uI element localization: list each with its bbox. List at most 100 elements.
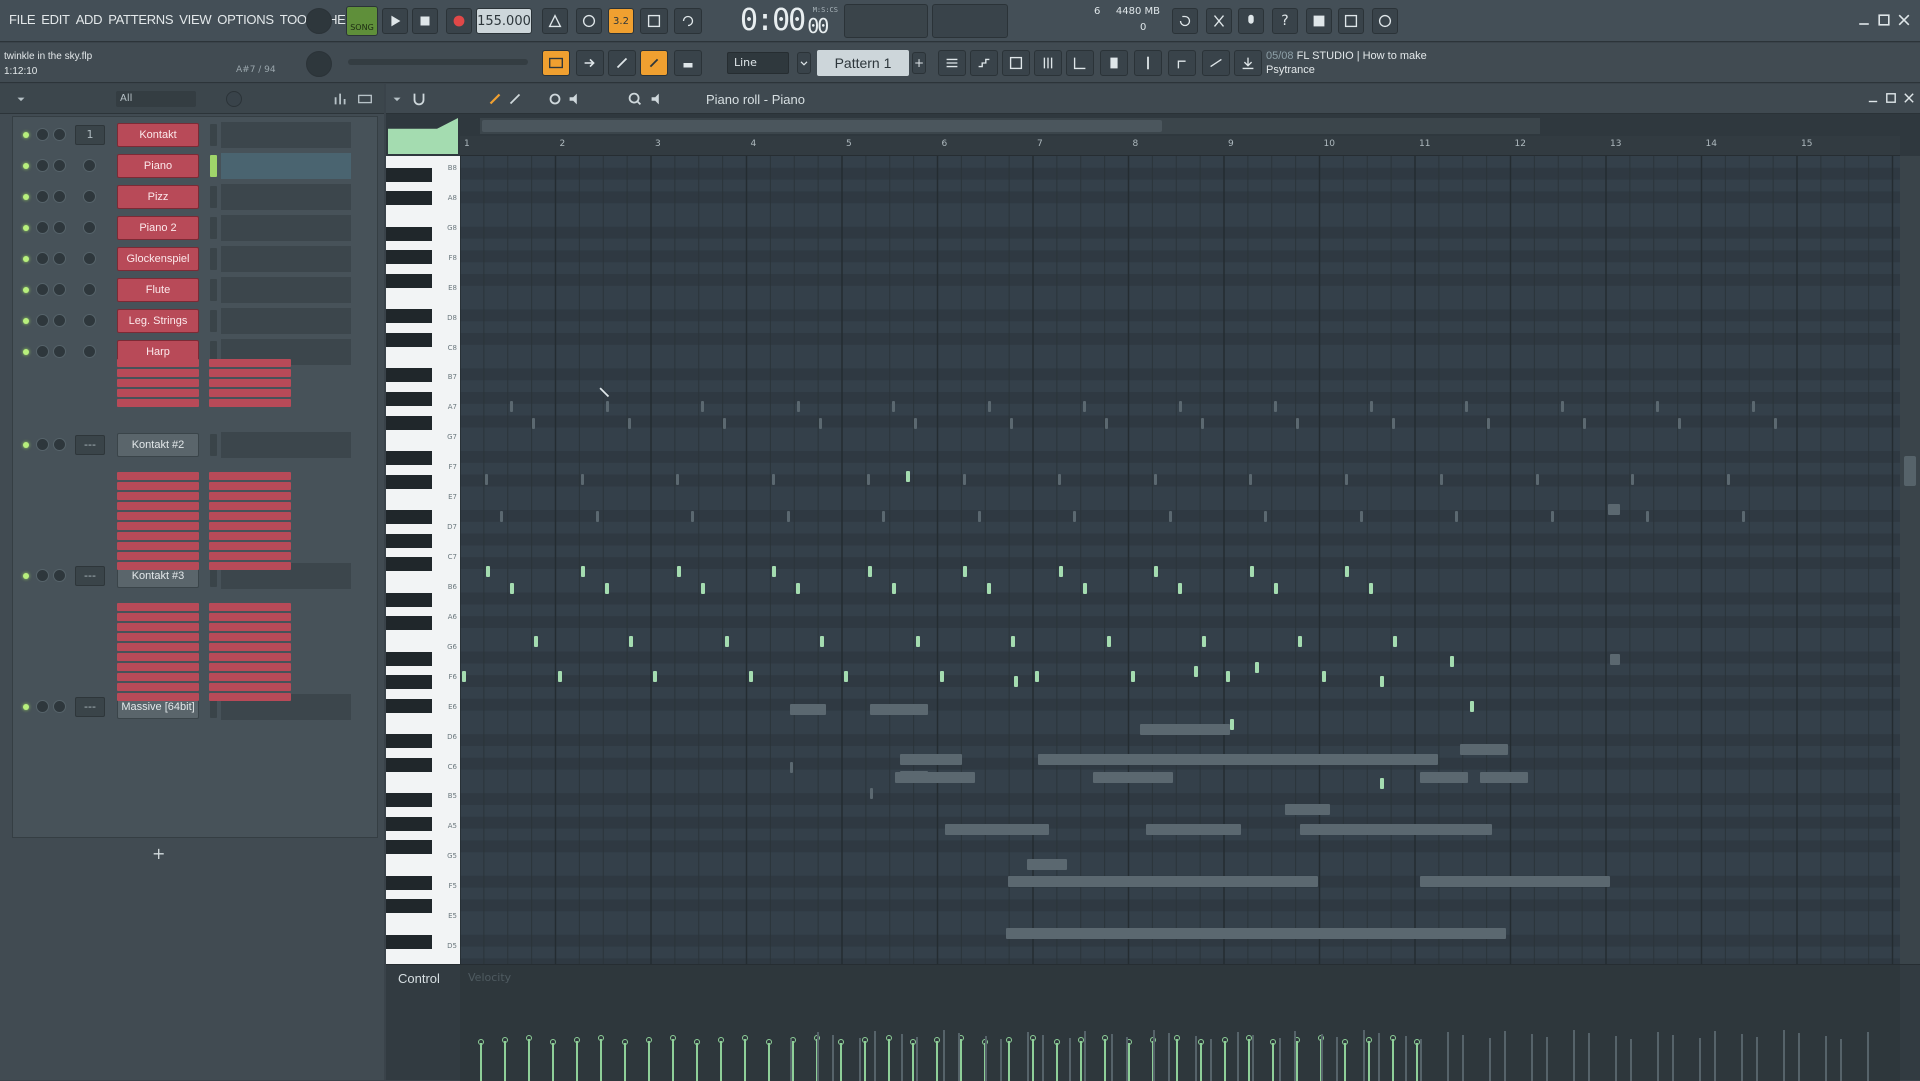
- channel-name-button[interactable]: Leg. Strings: [117, 309, 199, 333]
- vertical-scrollbar-thumb[interactable]: [1904, 456, 1916, 486]
- velocity-handle[interactable]: [502, 1037, 508, 1043]
- channel-rack-button[interactable]: [1002, 50, 1030, 76]
- record-button[interactable]: [446, 8, 472, 34]
- note[interactable]: [891, 583, 896, 594]
- velocity-bar[interactable]: [1272, 1043, 1274, 1081]
- velocity-bar[interactable]: [1248, 1039, 1250, 1081]
- control-selector[interactable]: Control: [398, 971, 440, 986]
- velocity-handle[interactable]: [1198, 1039, 1204, 1045]
- black-key[interactable]: [386, 510, 432, 524]
- velocity-bar[interactable]: [744, 1039, 746, 1081]
- black-key[interactable]: [386, 474, 432, 489]
- channel-pan-knob[interactable]: [53, 314, 66, 327]
- velocity-bar[interactable]: [1224, 1041, 1226, 1081]
- menu-options[interactable]: OPTIONS: [214, 12, 276, 27]
- project-info-button[interactable]: [1202, 50, 1230, 76]
- channel-pan-knob[interactable]: [53, 700, 66, 713]
- velocity-bar[interactable]: [1368, 1041, 1370, 1081]
- velocity-bar[interactable]: [1416, 1043, 1418, 1081]
- velocity-bar[interactable]: [696, 1043, 698, 1081]
- note[interactable]: [1058, 566, 1063, 577]
- channel-volume-knob[interactable]: [36, 252, 49, 265]
- velocity-bar[interactable]: [1200, 1043, 1202, 1081]
- velocity-handle[interactable]: [934, 1037, 940, 1043]
- metronome-button[interactable]: [542, 8, 568, 34]
- velocity-handle[interactable]: [478, 1039, 484, 1045]
- channel-pan-knob[interactable]: [53, 190, 66, 203]
- note[interactable]: [1154, 566, 1159, 577]
- channel-select-bar[interactable]: [210, 279, 217, 301]
- black-key[interactable]: [386, 415, 432, 430]
- velocity-handle[interactable]: [526, 1035, 532, 1041]
- channel-name-button[interactable]: Flute: [117, 278, 199, 302]
- velocity-handle[interactable]: [1006, 1037, 1012, 1043]
- channel-preview[interactable]: [221, 215, 351, 241]
- channel-select-bar[interactable]: [210, 217, 217, 239]
- song-time-display[interactable]: 0:00 00 M:S:CS: [740, 3, 840, 38]
- piano-keyboard[interactable]: B8 A8 G8 F8 E8 D8 C8 B7 A7 G7 F7 E7 D7 C7 B6 A6 G6 F6 E6 D6…: [386, 156, 460, 964]
- channel-active-led[interactable]: [23, 163, 29, 169]
- velocity-handle[interactable]: [1366, 1037, 1372, 1043]
- window-close-button[interactable]: [1902, 91, 1916, 105]
- velocity-bar[interactable]: [888, 1039, 890, 1081]
- velocity-bar[interactable]: [912, 1043, 914, 1081]
- channel-mixer-knob[interactable]: [83, 159, 96, 172]
- velocity-handle[interactable]: [1270, 1039, 1276, 1045]
- black-key[interactable]: [386, 875, 432, 890]
- black-key[interactable]: [386, 191, 432, 206]
- velocity-bar[interactable]: [1056, 1043, 1058, 1081]
- note[interactable]: [1035, 671, 1039, 682]
- note[interactable]: [533, 636, 538, 647]
- plugin-picker-button[interactable]: [1100, 50, 1128, 76]
- channel-volume-knob[interactable]: [36, 345, 49, 358]
- piano-roll-title[interactable]: Piano roll - Piano: [706, 92, 805, 107]
- channel-name-button[interactable]: Piano 2: [117, 216, 199, 240]
- channel-preview[interactable]: [221, 432, 351, 458]
- velocity-handle[interactable]: [670, 1035, 676, 1041]
- note[interactable]: [987, 583, 992, 594]
- chat-button[interactable]: [1372, 8, 1398, 34]
- velocity-bar[interactable]: [1296, 1041, 1298, 1081]
- note[interactable]: [844, 671, 848, 682]
- undo-button[interactable]: [1172, 8, 1198, 34]
- note[interactable]: [605, 583, 610, 594]
- add-channel-button[interactable]: +: [152, 844, 165, 863]
- channel-mixer-knob[interactable]: [83, 283, 96, 296]
- note[interactable]: [1130, 671, 1135, 682]
- black-key[interactable]: [386, 592, 432, 607]
- channel-volume-knob[interactable]: [36, 314, 49, 327]
- velocity-handle[interactable]: [1054, 1039, 1060, 1045]
- channel-active-led[interactable]: [23, 442, 29, 448]
- note[interactable]: [963, 566, 968, 577]
- channel-active-led[interactable]: [23, 287, 29, 293]
- piano-roll-button[interactable]: [542, 50, 570, 76]
- black-key[interactable]: [386, 734, 432, 749]
- mixer-button[interactable]: [1034, 50, 1062, 76]
- channel-select-bar[interactable]: [210, 310, 217, 332]
- piano-roll-menu-button[interactable]: [390, 92, 404, 106]
- countdown-button[interactable]: 3.2: [608, 8, 634, 34]
- note[interactable]: [796, 583, 801, 594]
- channel-active-led[interactable]: [23, 349, 29, 355]
- channel-active-led[interactable]: [23, 225, 29, 231]
- draw-tool-button[interactable]: [486, 89, 504, 109]
- velocity-bar[interactable]: [768, 1043, 770, 1081]
- velocity-bar[interactable]: [864, 1041, 866, 1081]
- channel-filter-selector[interactable]: All: [116, 91, 196, 107]
- note[interactable]: [1345, 566, 1350, 577]
- cut-button[interactable]: [1206, 8, 1232, 34]
- play-button[interactable]: [382, 8, 408, 34]
- paint-tool-button[interactable]: [506, 89, 524, 109]
- black-key[interactable]: [386, 368, 432, 383]
- channel-preview[interactable]: [221, 246, 351, 272]
- velocity-handle[interactable]: [694, 1039, 700, 1045]
- browser-button[interactable]: [1066, 50, 1094, 76]
- channel-pan-knob[interactable]: [53, 438, 66, 451]
- velocity-bar[interactable]: [792, 1041, 794, 1081]
- velocity-handle[interactable]: [598, 1035, 604, 1041]
- note[interactable]: [1014, 676, 1018, 687]
- channel-row[interactable]: Glockenspiel: [13, 246, 379, 272]
- tempo-display[interactable]: 155.000: [476, 8, 532, 34]
- velocity-bar[interactable]: [648, 1041, 650, 1081]
- note[interactable]: [1226, 671, 1230, 682]
